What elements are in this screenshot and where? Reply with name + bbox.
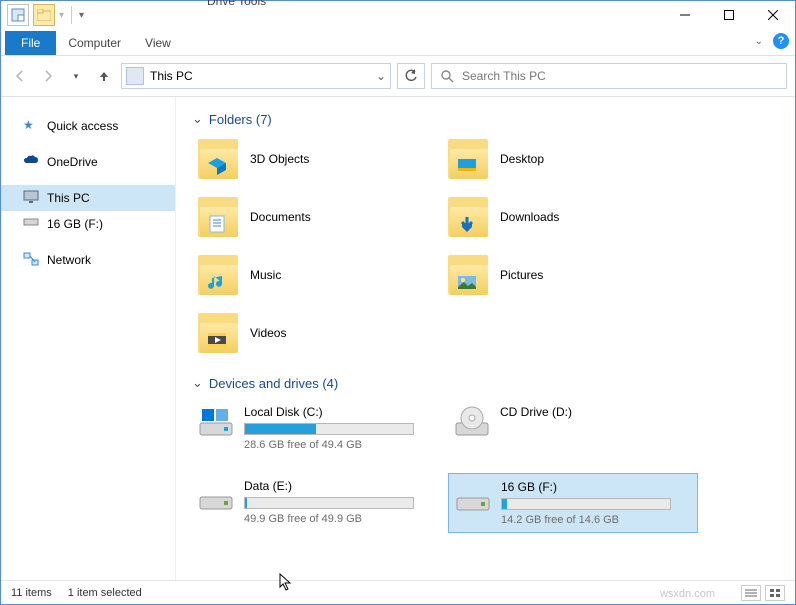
status-count: 11 items	[11, 587, 52, 599]
sidebar-item-network[interactable]: Network	[1, 247, 175, 273]
minimize-button[interactable]	[663, 1, 707, 29]
folder-icon	[198, 255, 238, 295]
up-button[interactable]	[93, 65, 115, 87]
cloud-icon	[23, 154, 39, 170]
file-tab[interactable]: File	[5, 31, 56, 55]
folder-icon	[448, 255, 488, 295]
drive-item-d[interactable]: CD Drive (D:)	[448, 399, 698, 457]
refresh-button[interactable]	[397, 63, 425, 89]
search-icon	[440, 69, 454, 83]
folder-icon	[198, 313, 238, 353]
properties-icon[interactable]	[7, 4, 29, 26]
star-icon: ★	[23, 118, 39, 134]
sidebar-item-drive-f[interactable]: 16 GB (F:)	[1, 211, 175, 237]
drives-grid: Local Disk (C:) 28.6 GB free of 49.4 GB …	[192, 399, 779, 533]
sidebar-item-onedrive[interactable]: OneDrive	[1, 149, 175, 175]
navigation-bar: ▾ This PC ⌄ Search This PC	[1, 55, 795, 97]
folder-item-pictures[interactable]: Pictures	[442, 251, 692, 299]
hdd-icon	[198, 405, 234, 441]
details-view-button[interactable]	[741, 585, 761, 601]
cd-icon	[454, 405, 490, 441]
usage-bar	[244, 497, 414, 509]
usage-bar	[244, 423, 414, 435]
folder-item-music[interactable]: Music	[192, 251, 442, 299]
folder-item-videos[interactable]: Videos	[192, 309, 442, 357]
folder-icon	[198, 197, 238, 237]
drive-item-f[interactable]: 16 GB (F:) 14.2 GB free of 14.6 GB	[448, 473, 698, 533]
undo-dropdown-icon[interactable]: ▾	[59, 10, 64, 21]
folders-section-header[interactable]: ⌄ Folders (7)	[192, 111, 779, 127]
content-area: ⌄ Folders (7) 3D Objects Desktop Documen…	[176, 97, 795, 582]
search-placeholder: Search This PC	[462, 69, 546, 83]
tab-view[interactable]: View	[133, 31, 183, 55]
thumbnails-view-button[interactable]	[765, 585, 785, 601]
address-dropdown-icon[interactable]: ⌄	[376, 69, 386, 83]
tab-computer[interactable]: Computer	[56, 31, 133, 55]
qat-customize-icon[interactable]: ▾	[79, 10, 84, 21]
close-button[interactable]	[751, 1, 795, 29]
folder-icon	[448, 197, 488, 237]
chevron-down-icon: ⌄	[192, 111, 203, 127]
context-tab: Manage Drive Tools	[201, 0, 272, 25]
usage-bar	[501, 498, 671, 510]
drive-item-c[interactable]: Local Disk (C:) 28.6 GB free of 49.4 GB	[192, 399, 442, 457]
folders-grid: 3D Objects Desktop Documents Downloads M…	[192, 135, 779, 357]
recent-locations-button[interactable]: ▾	[65, 65, 87, 87]
drive-icon	[23, 216, 39, 232]
sidebar-item-this-pc[interactable]: This PC	[1, 185, 175, 211]
quick-access-toolbar: ▾ ▾	[1, 4, 84, 26]
network-icon	[23, 252, 39, 268]
sidebar-item-quick-access[interactable]: ★ Quick access	[1, 113, 175, 139]
title-bar: ▾ ▾ Manage Drive Tools This PC	[1, 1, 795, 29]
this-pc-icon	[126, 67, 144, 85]
back-button[interactable]	[9, 65, 31, 87]
folder-item-downloads[interactable]: Downloads	[442, 193, 692, 241]
hdd-icon	[198, 479, 234, 515]
drive-item-e[interactable]: Data (E:) 49.9 GB free of 49.9 GB	[192, 473, 442, 533]
folder-icon	[448, 139, 488, 179]
status-selection: 1 item selected	[68, 587, 142, 599]
address-text: This PC	[150, 69, 193, 83]
help-icon[interactable]: ?	[773, 33, 789, 49]
drives-section-header[interactable]: ⌄ Devices and drives (4)	[192, 375, 779, 391]
navigation-pane: ★ Quick access OneDrive This PC 16 GB (F…	[1, 97, 176, 582]
search-box[interactable]: Search This PC	[431, 63, 787, 89]
tab-drive-tools[interactable]: Drive Tools	[201, 0, 272, 12]
usb-drive-icon	[455, 480, 491, 516]
address-bar[interactable]: This PC ⌄	[121, 63, 391, 89]
folder-icon	[198, 139, 238, 179]
new-folder-icon[interactable]	[33, 4, 55, 26]
folder-item-desktop[interactable]: Desktop	[442, 135, 692, 183]
chevron-down-icon: ⌄	[192, 375, 203, 391]
monitor-icon	[23, 190, 39, 206]
cursor-icon	[279, 573, 293, 596]
folder-item-3d-objects[interactable]: 3D Objects	[192, 135, 442, 183]
ribbon-collapse-icon[interactable]: ⌄	[755, 36, 763, 47]
ribbon: File Computer View ⌄ ?	[1, 29, 795, 55]
forward-button[interactable]	[37, 65, 59, 87]
folder-item-documents[interactable]: Documents	[192, 193, 442, 241]
watermark: wsxdn.com	[660, 588, 715, 600]
maximize-button[interactable]	[707, 1, 751, 29]
